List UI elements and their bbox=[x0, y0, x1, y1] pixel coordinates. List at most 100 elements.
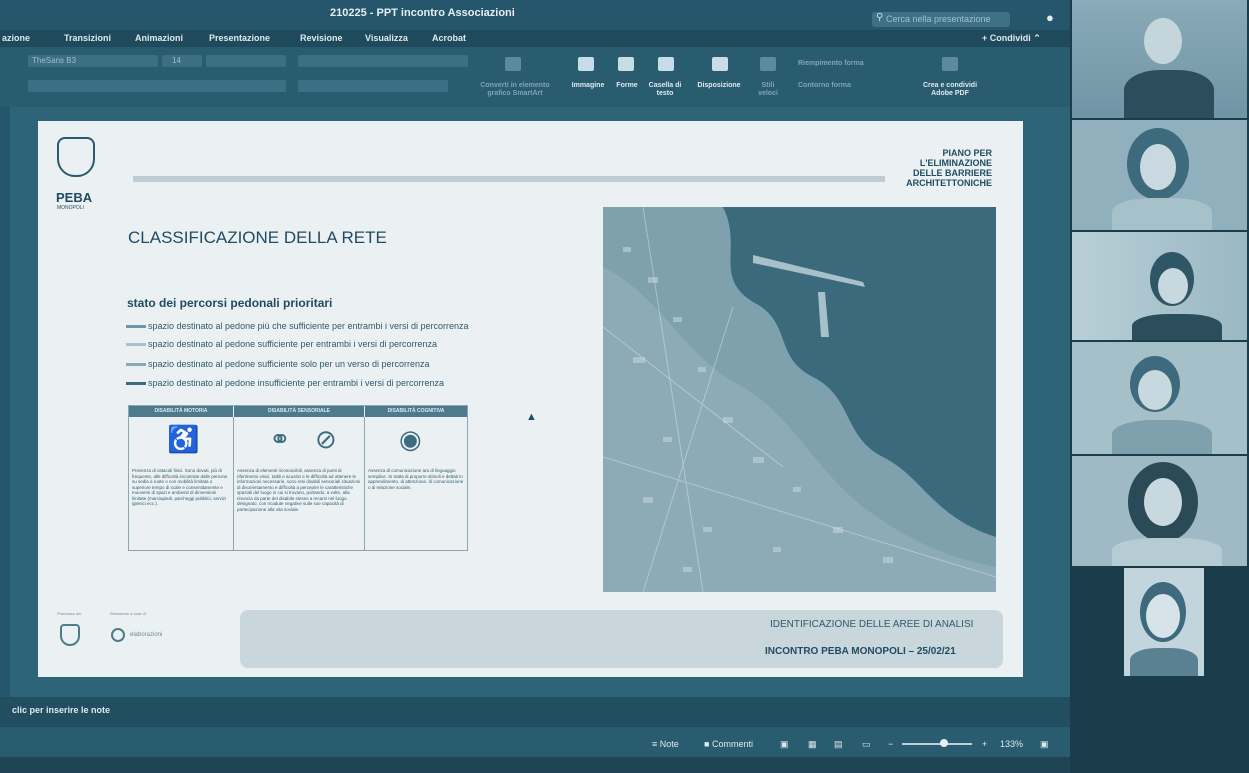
legend-swatch bbox=[126, 325, 146, 329]
notes-icon: ≡ bbox=[652, 739, 658, 749]
zoom-slider[interactable] bbox=[902, 743, 972, 745]
legend-text: spazio destinato al pedone insufficiente… bbox=[148, 378, 445, 388]
zoom-out-icon[interactable]: − bbox=[888, 739, 893, 749]
textbox-icon bbox=[658, 57, 674, 71]
tab-animazioni[interactable]: Animazioni bbox=[135, 33, 183, 43]
participant-face bbox=[1146, 594, 1180, 638]
arrange-button[interactable]: Disposizione bbox=[694, 82, 744, 90]
font-size-field[interactable]: 14 bbox=[162, 55, 202, 67]
tab-revisione[interactable]: Revisione bbox=[300, 33, 343, 43]
fit-slide-icon[interactable]: ▣ bbox=[1040, 739, 1049, 750]
image-icon bbox=[578, 57, 594, 71]
participant-body bbox=[1130, 648, 1198, 676]
participant-video[interactable] bbox=[1124, 568, 1204, 676]
paragraph-buttons[interactable] bbox=[298, 55, 468, 67]
partner-label: Redazione a cura di: bbox=[110, 611, 147, 616]
participant-face bbox=[1144, 18, 1182, 64]
participant-video[interactable] bbox=[1072, 342, 1247, 454]
head-profile-icon: ◉ bbox=[399, 424, 422, 454]
table-cell: Presenza di ostacoli fisici. Sono dovuti… bbox=[132, 468, 228, 506]
legend-text: spazio destinato al pedone sufficiente s… bbox=[148, 359, 430, 369]
zoom-slider-handle[interactable] bbox=[940, 739, 948, 747]
add-person-icon: + bbox=[982, 33, 988, 43]
logo-subtitle: MONOPOLI bbox=[57, 205, 84, 211]
slide-title: CLASSIFICAZIONE DELLA RETE bbox=[128, 228, 387, 247]
legend-text: spazio destinato al pedone sufficiente p… bbox=[148, 339, 437, 349]
cursor-icon: ▲ bbox=[526, 411, 537, 423]
comments-button[interactable]: ■ Commenti bbox=[704, 739, 753, 749]
table-cell: Assenza di elementi riconoscibili, assen… bbox=[237, 468, 361, 512]
plan-heading-line: ARCHITETTONICHE bbox=[906, 178, 992, 188]
shapes-button[interactable]: Forme bbox=[612, 82, 642, 90]
legend-item: spazio destinato al pedone sufficiente p… bbox=[126, 339, 437, 349]
plan-heading-line: DELLE BARRIERE bbox=[912, 168, 992, 178]
quick-styles-icon bbox=[760, 57, 776, 71]
shapes-icon bbox=[618, 57, 634, 71]
share-button[interactable]: + Condividi ⌃ bbox=[982, 33, 1041, 44]
partner-logo-icon bbox=[111, 628, 125, 642]
wheelchair-icon: ♿ bbox=[167, 424, 200, 454]
person-icon[interactable]: ● bbox=[1046, 10, 1054, 25]
tab-animazioni-truncated[interactable]: azione bbox=[2, 33, 30, 43]
zoom-in-icon[interactable]: + bbox=[982, 739, 987, 749]
logo-text: PEBA bbox=[56, 190, 93, 205]
textbox-button[interactable]: Casella di testo bbox=[648, 82, 682, 98]
search-input[interactable]: Cerca nella presentazione bbox=[872, 12, 1010, 27]
disability-table: DISABILITÀ MOTORIA DISABILITÀ SENSORIALE… bbox=[128, 405, 468, 551]
notes-pane[interactable] bbox=[0, 697, 1070, 727]
create-pdf-button[interactable]: Crea e condividi Adobe PDF bbox=[912, 82, 988, 98]
share-label: Condividi bbox=[989, 33, 1031, 43]
zoom-level[interactable]: 133% bbox=[1000, 739, 1023, 749]
tab-visualizza[interactable]: Visualizza bbox=[365, 33, 408, 43]
table-header: DISABILITÀ SENSORIALE bbox=[234, 406, 364, 417]
participant-video[interactable] bbox=[1072, 232, 1247, 340]
status-bar-bottom bbox=[0, 757, 1249, 773]
participant-video[interactable] bbox=[1072, 0, 1247, 118]
window-title: 210225 - PPT incontro Associazioni bbox=[330, 7, 515, 19]
image-button[interactable]: Immagine bbox=[568, 82, 608, 90]
arrange-icon bbox=[712, 57, 728, 71]
comments-label: Commenti bbox=[711, 739, 753, 749]
peba-logo-icon bbox=[57, 137, 95, 177]
partner-label: Promosso da: bbox=[57, 611, 82, 616]
participant-video[interactable] bbox=[1072, 456, 1247, 566]
ribbon bbox=[0, 47, 1070, 107]
tab-acrobat[interactable]: Acrobat bbox=[432, 33, 466, 43]
tab-presentazione[interactable]: Presentazione bbox=[209, 33, 270, 43]
shape-fill-button[interactable]: Riempimento forma bbox=[798, 60, 898, 68]
plan-heading: PIANO PER L'ELIMINAZIONE DELLE BARRIERE … bbox=[870, 148, 992, 188]
participant-body bbox=[1112, 198, 1212, 230]
font-name-field[interactable]: TheSans B3 bbox=[28, 55, 158, 67]
slideshow-icon[interactable]: ▭ bbox=[862, 739, 871, 750]
thumbnail-strip[interactable] bbox=[0, 107, 10, 697]
header-rule bbox=[133, 176, 885, 182]
notes-placeholder: clic per inserire le note bbox=[12, 705, 111, 715]
shape-outline-button[interactable]: Contorno forma bbox=[798, 82, 898, 90]
quick-styles-button[interactable]: Stili veloci bbox=[754, 82, 782, 98]
pdf-icon bbox=[942, 57, 958, 71]
legend-swatch bbox=[126, 382, 146, 386]
hearing-icon: ⚭ bbox=[269, 424, 291, 454]
sorter-view-icon[interactable]: ▦ bbox=[808, 739, 817, 750]
legend-item: spazio destinato al pedone insufficiente… bbox=[126, 378, 444, 388]
normal-view-icon[interactable]: ▣ bbox=[780, 739, 789, 750]
participant-body bbox=[1132, 314, 1222, 340]
legend-title: stato dei percorsi pedonali prioritari bbox=[127, 296, 333, 310]
legend-swatch bbox=[126, 363, 146, 367]
legend-swatch bbox=[126, 343, 146, 347]
font-format-buttons[interactable] bbox=[28, 80, 286, 92]
tab-transizioni[interactable]: Transizioni bbox=[64, 33, 111, 43]
table-header: DISABILITÀ MOTORIA bbox=[129, 406, 233, 417]
reading-view-icon[interactable]: ▤ bbox=[834, 739, 843, 750]
notes-button[interactable]: ≡ Note bbox=[652, 739, 679, 749]
participant-body bbox=[1112, 420, 1212, 454]
alignment-buttons[interactable] bbox=[298, 80, 448, 92]
participant-body bbox=[1124, 70, 1214, 118]
legend-text: spazio destinato al pedone più che suffi… bbox=[148, 321, 469, 331]
table-cell: Assenza di comunicazione ara di linguagg… bbox=[368, 468, 464, 490]
convert-smartart-button[interactable]: Converti in elemento grafico SmartArt bbox=[470, 82, 560, 98]
table-header: DISABILITÀ COGNITIVA bbox=[365, 406, 467, 417]
notes-label: Note bbox=[659, 739, 679, 749]
participant-video[interactable] bbox=[1072, 120, 1247, 230]
font-grow-buttons[interactable] bbox=[206, 55, 286, 67]
